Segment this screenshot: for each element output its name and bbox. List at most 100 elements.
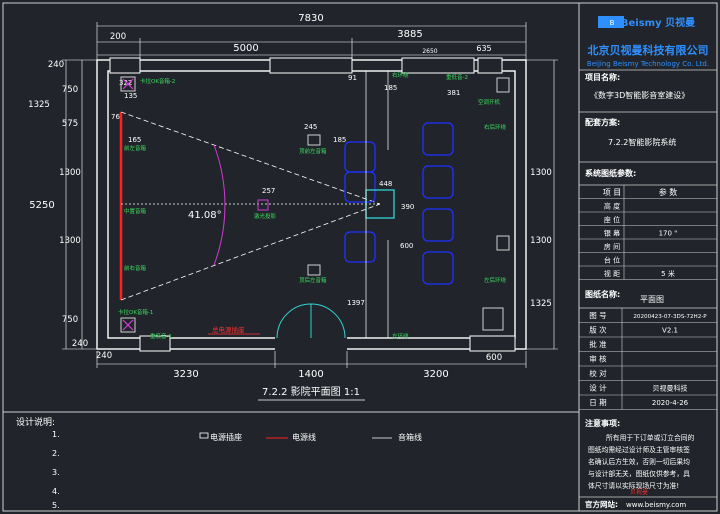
notice-line-2: 图纸均需经过设计师及主管审核签 <box>588 445 690 454</box>
label-sub-rear: 卡拉OK音箱-1 <box>118 308 153 316</box>
viewing-angle: 41.08° <box>188 210 222 221</box>
seating <box>344 122 454 285</box>
company-name-cn: 北京贝视曼科技有限公司 <box>588 43 709 57</box>
label-projector: 激光投影 <box>254 212 277 220</box>
dim-bottom-3230: 3230 <box>173 369 198 380</box>
viewing-angle-arc <box>213 144 226 266</box>
info-cell-label: 批 准 <box>589 339 607 349</box>
dim-135: 135 <box>124 92 137 100</box>
info-cell-label: 审 核 <box>589 354 607 364</box>
dim-top-3885: 3885 <box>397 29 422 40</box>
dim-bottom-600: 600 <box>486 353 502 363</box>
dim-left-575: 575 <box>62 119 78 129</box>
info-cell-label: 日 期 <box>589 398 606 407</box>
dim-right-1300-b: 1300 <box>530 236 552 246</box>
title-block: B Beismy 贝视曼 北京贝视曼科技有限公司 Beijing Beismy … <box>579 16 717 509</box>
floor-plan: 7830 200 5000 3885 2650 635 3230 1400 32… <box>28 13 558 401</box>
dim-bottom-3200: 3200 <box>423 369 448 380</box>
dim-top-5000: 5000 <box>233 43 258 54</box>
params-cell-label: 房 间 <box>604 242 620 251</box>
params-cell-label: 银 幕 <box>604 229 620 238</box>
dim-76: 76 <box>111 113 120 121</box>
label-left-surround: 左环绕 <box>392 332 409 340</box>
dim-left-5250: 5250 <box>29 200 54 211</box>
website-label[interactable]: 官方网站: <box>585 499 618 509</box>
dim-total-width: 7830 <box>298 13 323 24</box>
label-top-front: 顶前左音箱 <box>299 147 327 155</box>
dim-top-635: 635 <box>476 44 491 53</box>
dim-left-750-top: 750 <box>62 85 78 95</box>
dim-left-750-bottom: 750 <box>62 315 78 325</box>
info-cell-value: 20200423-07-3DS-72H2-P <box>633 314 707 320</box>
params-cell-label: 项 目 <box>603 188 622 197</box>
dim-right-1325: 1325 <box>530 299 552 309</box>
params-cell-value: 参 数 <box>659 187 678 197</box>
params-table: 项 目 参 数高 度座 位银 幕 170 " 房 间台 位视 距 5 米 <box>579 185 717 280</box>
dim-top-2650: 2650 <box>422 48 437 55</box>
dim-185: 185 <box>333 136 346 144</box>
dim-185-b: 185 <box>384 84 397 92</box>
label-ac: 空调开机 <box>478 98 501 106</box>
company-name-en: Beijing Beismy Technology Co. Ltd. <box>587 60 709 68</box>
plan-caption: 7.2.2 影院平面图 1:1 <box>262 385 360 398</box>
label-front-left: 前左音箱 <box>124 144 147 152</box>
legend-socket: 电源插座 <box>210 432 242 442</box>
note-2: 2. <box>52 449 60 458</box>
dim-left-1300-a: 1300 <box>59 168 81 178</box>
dim-165: 165 <box>128 136 141 144</box>
params-cell-label: 台 位 <box>604 256 620 265</box>
label-sub-right: 重低音-2 <box>446 73 468 81</box>
info-cell-label: 设 计 <box>589 383 607 393</box>
notice-line-3: 名确认后方生效，否则一切后果均 <box>588 457 690 466</box>
logo-icon: B <box>610 19 615 27</box>
dim-left-1300-b: 1300 <box>59 236 81 246</box>
drawing-name: 平面图 <box>640 295 664 304</box>
socket-icon <box>199 432 209 439</box>
info-cell-value: 贝视曼科技 <box>653 384 688 393</box>
dim-245: 245 <box>304 123 317 131</box>
note-3: 3. <box>52 468 60 477</box>
project-name-label: 项目名称: <box>585 72 620 82</box>
note-5: 5. <box>52 501 60 510</box>
info-cell-value: 2020-4-26 <box>652 399 689 407</box>
info-cell-label: 版 次 <box>589 325 607 335</box>
params-label: 系统图纸参数: <box>585 168 636 178</box>
dim-bottom-1400: 1400 <box>298 369 323 380</box>
website-link[interactable]: www.beismy.com <box>626 501 686 509</box>
project-name: 《数字3D智能影音室建设》 <box>590 90 689 100</box>
params-cell-value: 5 米 <box>661 269 675 278</box>
info-cell-label: 校 对 <box>589 368 607 378</box>
design-notes: 设计说明: 1. 2. 3. 4. 5. 电源插座 电源线 音箱线 <box>16 416 422 510</box>
dim-600: 600 <box>400 242 413 250</box>
info-cell-label: 图 号 <box>589 311 606 320</box>
dim-91: 91 <box>348 74 357 82</box>
dim-right-1300-a: 1300 <box>530 168 552 178</box>
logo-text: Beismy 贝视曼 <box>621 16 695 29</box>
scheme-value: 7.2.2智能影院系统 <box>608 137 676 147</box>
dim-bottom-240: 240 <box>96 351 112 361</box>
notice-line-4: 与设计部无关，图纸仅供参考，具 <box>588 469 690 478</box>
dim-left-1325: 1325 <box>28 100 50 110</box>
info-table: 图 号 20200423-07-3DS-72H2-P 版 次 V2.1 批 准审 核校 … <box>579 308 717 410</box>
note-1: 1. <box>52 430 60 439</box>
info-cell-value: V2.1 <box>662 327 678 335</box>
label-sub-left: 重低音-1 <box>150 332 172 340</box>
params-cell-label: 高 度 <box>604 202 620 211</box>
notes-title: 设计说明: <box>16 416 55 428</box>
label-power-box: 总电源插座 <box>212 325 245 334</box>
dim-448: 448 <box>379 180 392 188</box>
note-4: 4. <box>52 487 60 496</box>
legend-audio-line: 音箱线 <box>398 432 422 442</box>
notice-line-1: 所有用于下订单或订立合同的 <box>606 433 695 442</box>
legend-power-line: 电源线 <box>292 432 316 442</box>
dim-381: 381 <box>447 89 460 97</box>
dim-top-200: 200 <box>110 32 126 42</box>
params-cell-label: 座 位 <box>604 215 620 224</box>
scheme-label: 配套方案: <box>585 117 620 127</box>
label-sub-front: 卡拉OK音箱-2 <box>140 77 175 85</box>
label-top-back: 顶后左音箱 <box>299 276 327 284</box>
dim-257: 257 <box>262 187 275 195</box>
label-center: 中置音箱 <box>124 207 147 215</box>
label-front-right: 前右音箱 <box>124 264 147 272</box>
drawing-name-label: 图纸名称: <box>585 289 620 299</box>
